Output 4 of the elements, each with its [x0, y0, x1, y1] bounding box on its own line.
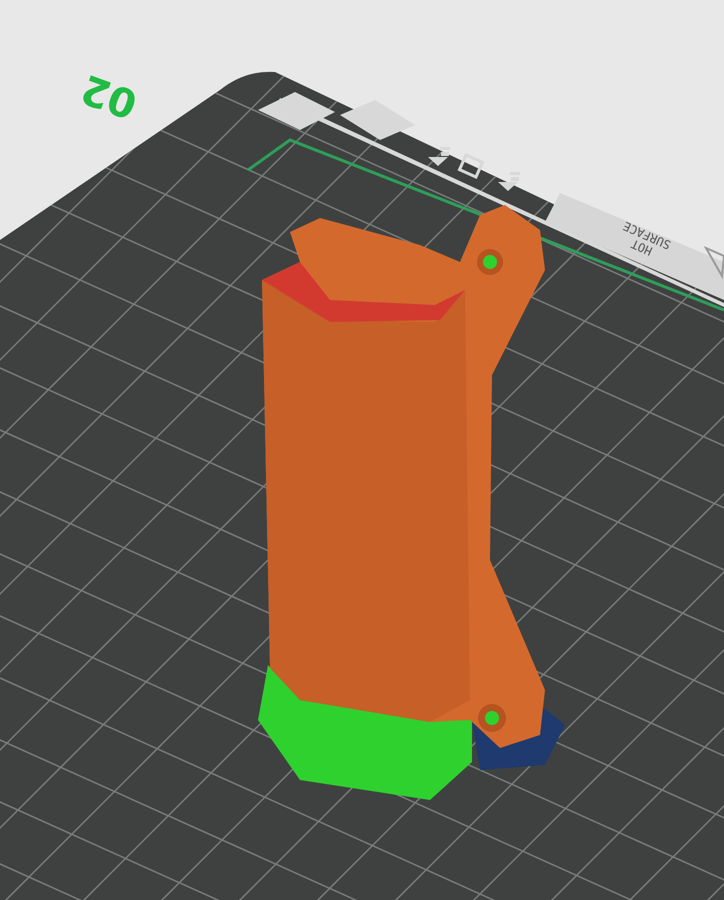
bed-number-label: 02	[75, 64, 144, 128]
down-arrow-icon	[428, 147, 450, 166]
down-arrow-icon	[498, 172, 520, 191]
warning-triangle-icon	[704, 246, 724, 280]
